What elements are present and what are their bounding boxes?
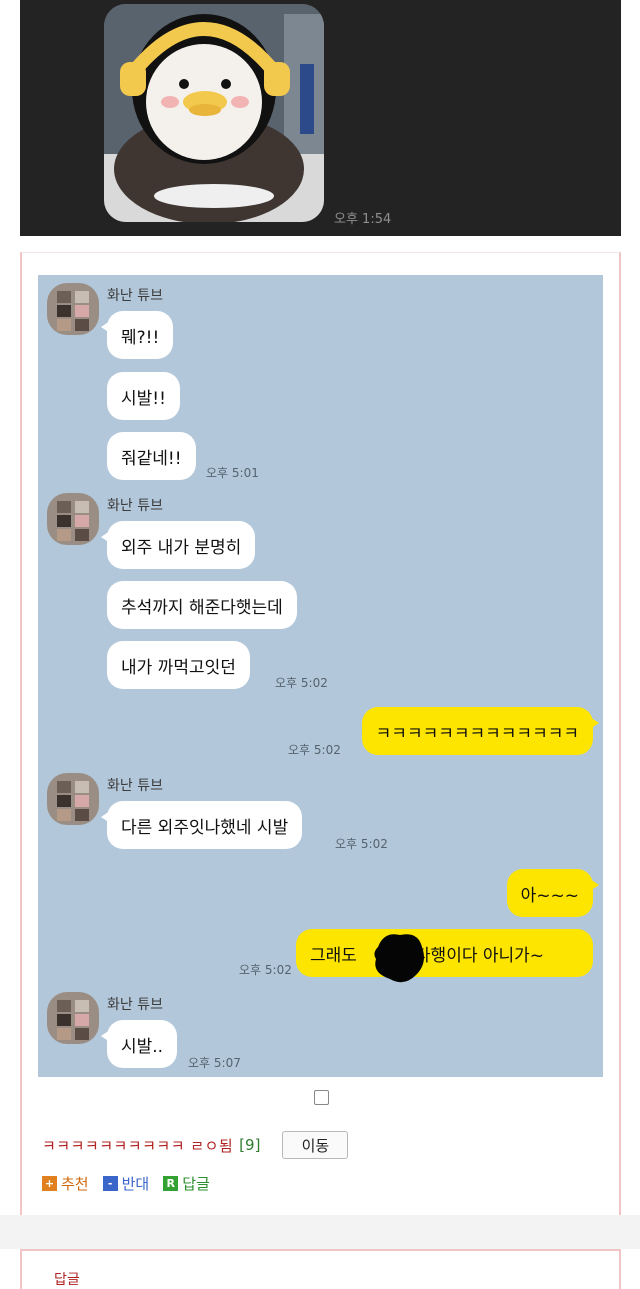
sent-message-bubble: ㅋㅋㅋㅋㅋㅋㅋㅋㅋㅋㅋㅋㅋ — [361, 707, 600, 755]
sender-name: 화난 튜브 — [107, 997, 163, 1013]
message-bubble: 외주 내가 분명히 — [100, 521, 256, 569]
message-bubble: 줘같네!! — [107, 432, 196, 480]
post-card: 화난 튜브 뭬?!! 시발!! 줘같네!! 오후 5:01 화난 튜브 외주 내… — [20, 252, 621, 1215]
message-time: 오후 5:02 — [288, 743, 341, 757]
message-time: 오후 5:07 — [188, 1056, 241, 1070]
image-message-panel: 오후 1:54 — [20, 0, 621, 236]
oppose-label: 반대 — [121, 1175, 150, 1193]
plus-icon: + — [42, 1176, 57, 1191]
reply-button[interactable]: R 답글 — [163, 1173, 210, 1194]
recommend-button[interactable]: + 추천 — [42, 1173, 89, 1194]
message-time: 오후 5:01 — [206, 466, 259, 480]
message-time: 오후 5:02 — [335, 837, 388, 851]
minus-icon: - — [102, 1176, 118, 1191]
oppose-button[interactable]: - 반대 — [102, 1173, 150, 1194]
message-time: 오후 5:02 — [275, 676, 328, 690]
sent-message-bubble: 그래도 다행이다 아니가~ — [296, 929, 593, 977]
avatar — [47, 992, 99, 1044]
avatar — [47, 493, 99, 545]
reply-section: 답글 — [20, 1249, 621, 1289]
censor-blot — [374, 934, 424, 983]
message-bubble: 다른 외주잇나했네 시발 — [100, 801, 303, 849]
reply-label: 답글 — [182, 1175, 210, 1193]
message-text-prefix: 그래도 — [310, 945, 357, 966]
recommend-label: 추천 — [61, 1175, 89, 1193]
message-bubble: 내가 까먹고잇던 — [107, 641, 250, 689]
post-title[interactable]: ㅋㅋㅋㅋㅋㅋㅋㅋㅋㅋ ㄹㅇ됨 — [42, 1135, 233, 1156]
chat-screenshot: 화난 튜브 뭬?!! 시발!! 줘같네!! 오후 5:01 화난 튜브 외주 내… — [38, 275, 603, 1077]
reply-icon: R — [163, 1176, 179, 1191]
avatar — [47, 283, 99, 335]
post-info-row: ㅋㅋㅋㅋㅋㅋㅋㅋㅋㅋ ㄹㅇ됨 [9] 이동 — [42, 1131, 349, 1159]
message-time: 오후 1:54 — [334, 212, 392, 227]
reply-section-label: 답글 — [54, 1272, 80, 1288]
move-button[interactable]: 이동 — [282, 1131, 349, 1159]
message-bubble: 추석까지 해준다햇는데 — [107, 581, 297, 629]
post-actions: + 추천 - 반대 R 답글 — [42, 1173, 210, 1194]
message-bubble: 시발!! — [107, 372, 180, 420]
message-text-suffix: 다행이다 아니가~ — [414, 945, 545, 966]
sender-name: 화난 튜브 — [107, 498, 163, 514]
message-bubble: 뭬?!! — [100, 311, 174, 359]
section-divider — [0, 1215, 640, 1249]
select-checkbox[interactable] — [314, 1090, 329, 1105]
reply-count: [9] — [239, 1136, 261, 1154]
avatar — [47, 773, 99, 825]
sender-name: 화난 튜브 — [107, 288, 163, 304]
message-time: 오후 5:02 — [239, 963, 292, 977]
message-bubble: 시발.. — [100, 1020, 178, 1068]
penguin-sticker-image[interactable] — [104, 4, 324, 222]
sent-message-bubble: 아~~~ — [506, 869, 600, 917]
sender-name: 화난 튜브 — [107, 778, 163, 794]
